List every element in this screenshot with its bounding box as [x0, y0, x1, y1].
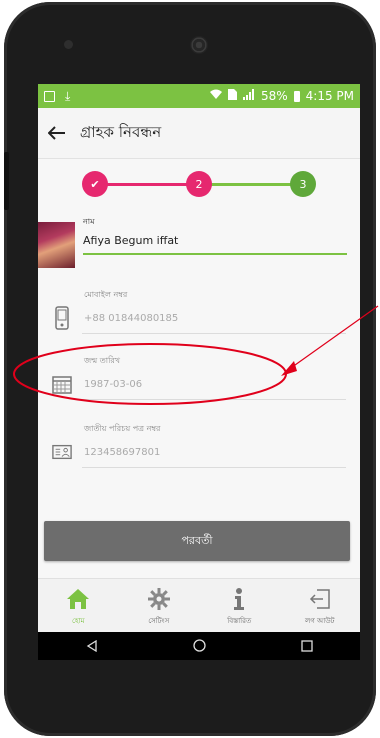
side-button — [4, 152, 9, 210]
logout-icon — [309, 585, 331, 613]
nav-item-info[interactable]: বিস্তারিত — [199, 579, 280, 633]
battery-percent: 58% — [260, 89, 288, 103]
next-button[interactable]: পরবর্তী — [44, 521, 350, 561]
back-arrow-icon[interactable] — [42, 118, 72, 148]
phone-frame: ⤓ 58% 4:15 PM গ্রাহক নিবন্ধন ✔ 2 3 নাম A… — [4, 2, 376, 736]
page-title: গ্রাহক নিবন্ধন — [80, 122, 162, 141]
camera-dot — [64, 40, 73, 49]
back-triangle-icon[interactable] — [86, 637, 98, 656]
dob-field: জন্ম তারিখ 1987-03-06 — [52, 355, 346, 417]
gear-icon — [147, 585, 170, 613]
stepper: ✔ 2 3 — [82, 171, 316, 201]
nav-item-logout[interactable]: লগ আউট — [280, 579, 361, 633]
dob-label: জন্ম তারিখ — [84, 356, 121, 365]
app-bar: গ্রাহক নিবন্ধন — [38, 108, 360, 159]
nav-item-home[interactable]: হোম — [38, 579, 119, 633]
step-3: 3 — [290, 171, 316, 197]
dob-input[interactable]: 1987-03-06 — [84, 379, 142, 390]
calendar-icon — [52, 373, 72, 395]
screen: ⤓ 58% 4:15 PM গ্রাহক নিবন্ধন ✔ 2 3 নাম A… — [38, 84, 360, 660]
step-2: 2 — [186, 171, 212, 197]
name-input[interactable]: Afiya Begum iffat — [83, 234, 178, 247]
mobile-field: মোবাইল নম্বর +88 01844080185 — [52, 289, 346, 351]
name-field: নাম Afiya Begum iffat — [38, 216, 360, 276]
bottom-nav: হোম সেটিংস বিস্তারিত লগ আউট — [38, 578, 360, 633]
battery-icon — [293, 90, 300, 102]
id-card-icon — [52, 441, 72, 463]
clock: 4:15 PM — [305, 89, 354, 103]
mobile-input[interactable]: +88 01844080185 — [84, 313, 178, 324]
nid-input[interactable]: 123458697801 — [84, 447, 160, 458]
wifi-icon — [209, 89, 222, 103]
name-label: নাম — [83, 217, 95, 226]
home-circle-icon[interactable] — [192, 637, 206, 656]
nid-underline — [82, 467, 346, 468]
form-content: ✔ 2 3 নাম Afiya Begum iffat মোবাইল নম্বর… — [38, 159, 360, 579]
name-underline — [83, 253, 347, 255]
system-nav-bar — [38, 632, 360, 660]
nav-label-logout: লগ আউট — [305, 617, 335, 625]
mobile-underline — [82, 333, 346, 334]
mobile-label: মোবাইল নম্বর — [84, 290, 128, 299]
nav-item-settings[interactable]: সেটিংস — [119, 579, 200, 633]
phone-icon — [52, 306, 72, 330]
recents-square-icon[interactable] — [300, 637, 313, 656]
avatar — [38, 222, 75, 268]
nav-label-settings: সেটিংস — [148, 617, 170, 625]
dob-underline — [82, 399, 346, 400]
status-bar: ⤓ 58% 4:15 PM — [38, 84, 360, 108]
gallery-icon — [44, 90, 55, 102]
download-icon: ⤓ — [65, 88, 71, 103]
nav-label-info: বিস্তারিত — [227, 617, 252, 625]
home-icon — [67, 585, 90, 613]
info-icon — [233, 585, 245, 613]
speaker-grill — [190, 36, 208, 54]
nid-label: জাতীয় পরিচয় পত্র নম্বর — [84, 424, 161, 433]
nid-field: জাতীয় পরিচয় পত্র নম্বর 123458697801 — [52, 423, 346, 485]
step-1: ✔ — [82, 171, 108, 197]
sim-icon — [227, 89, 237, 103]
nav-label-home: হোম — [72, 617, 85, 625]
signal-icon — [242, 89, 255, 103]
